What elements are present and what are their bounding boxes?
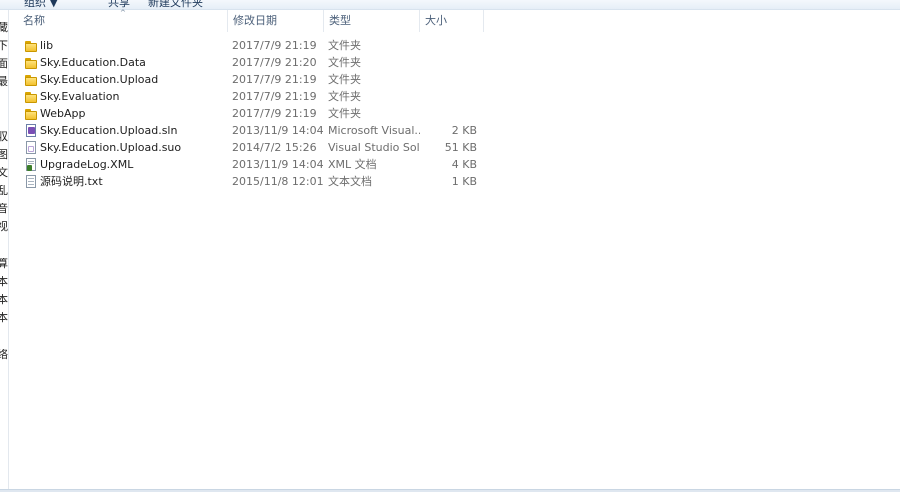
folder-icon [24, 89, 38, 104]
modified-date: 2014/7/2 15:26 [232, 141, 317, 154]
folder-icon [24, 72, 38, 87]
modified-date: 2017/7/9 21:19 [232, 73, 317, 86]
file-type: 文件夹 [328, 73, 361, 86]
nav-item[interactable]: 面 [0, 58, 8, 71]
file-type: 文件夹 [328, 90, 361, 103]
file-name: 源码说明.txt [40, 175, 103, 188]
visual-studio-suo-icon [24, 140, 38, 155]
file-size: 51 KB [444, 141, 477, 154]
file-type: Visual Studio Sol... [328, 141, 420, 154]
nav-item[interactable]: 视 [0, 221, 8, 234]
nav-item[interactable]: 图 [0, 149, 8, 162]
column-header-name-label: 名称 [23, 14, 45, 27]
column-header-name[interactable]: 名称 [18, 10, 228, 32]
file-type: 文件夹 [328, 56, 361, 69]
nav-item[interactable]: 本 [0, 294, 8, 307]
command-toolbar: 组织 ▼ 共享 新建文件夹 [0, 0, 900, 10]
file-name-cell: WebApp [24, 105, 229, 122]
file-name: Sky.Education.Upload [40, 73, 159, 86]
file-row[interactable]: 源码说明.txt 2015/11/8 12:01 文本文档 1 KB [10, 173, 530, 190]
file-name-cell: Sky.Education.Upload.suo [24, 139, 229, 156]
folder-icon [24, 55, 38, 70]
column-header-type-label: 类型 [329, 14, 351, 27]
file-size: 1 KB [451, 175, 477, 188]
file-name-cell: Sky.Education.Data [24, 54, 229, 71]
modified-date: 2013/11/9 14:04 [232, 158, 324, 171]
nav-item[interactable]: 本 [0, 312, 8, 325]
file-size [420, 37, 477, 54]
nav-item[interactable]: 下 [0, 40, 8, 53]
column-header-date[interactable]: 修改日期 [228, 10, 324, 32]
modified-date: 2017/7/9 21:19 [232, 107, 317, 120]
file-type: 文本文档 [328, 175, 372, 188]
nav-item[interactable]: 音 [0, 203, 8, 216]
file-list: lib 2017/7/9 21:19 文件夹 Sky.Education.Dat… [10, 37, 530, 190]
new-folder-button[interactable]: 新建文件夹 [148, 0, 203, 9]
file-row[interactable]: Sky.Education.Data 2017/7/9 21:20 文件夹 [10, 54, 530, 71]
nav-item[interactable]: 算 [0, 258, 8, 271]
file-row[interactable]: Sky.Education.Upload.suo 2014/7/2 15:26 … [10, 139, 530, 156]
file-type: XML 文档 [328, 158, 377, 171]
modified-date: 2017/7/9 21:20 [232, 56, 317, 69]
file-name-cell: 源码说明.txt [24, 173, 229, 190]
share-button[interactable]: 共享 [108, 0, 130, 9]
file-name-cell: Sky.Evaluation [24, 88, 229, 105]
organize-button[interactable]: 组织 ▼ [24, 0, 58, 9]
file-name: UpgradeLog.XML [40, 158, 134, 171]
file-row[interactable]: lib 2017/7/9 21:19 文件夹 [10, 37, 530, 54]
file-type: Microsoft Visual... [328, 124, 420, 137]
modified-date: 2017/7/9 21:19 [232, 90, 317, 103]
text-document-icon [24, 174, 38, 189]
file-name: Sky.Education.Upload.suo [40, 141, 182, 154]
modified-date: 2015/11/8 12:01 [232, 175, 324, 188]
file-size: 4 KB [451, 158, 477, 171]
file-name-cell: lib [24, 37, 229, 54]
nav-item[interactable]: 文 [0, 167, 8, 180]
file-name: lib [40, 39, 54, 52]
navigation-pane: 藏 下 面 最 収 图 文 乱 音 视 算 本 本 本 络 [0, 10, 9, 489]
file-row[interactable]: Sky.Education.Upload 2017/7/9 21:19 文件夹 [10, 71, 530, 88]
column-header-row: ^ 名称 修改日期 类型 大小 [10, 9, 900, 32]
file-size [420, 54, 477, 71]
visual-studio-solution-icon [24, 123, 38, 138]
nav-item[interactable]: 収 [0, 131, 8, 144]
nav-item[interactable]: 最 [0, 76, 8, 89]
nav-item[interactable]: 本 [0, 276, 8, 289]
modified-date: 2013/11/9 14:04 [232, 124, 324, 137]
nav-item[interactable]: 乱 [0, 185, 8, 198]
column-header-type[interactable]: 类型 [324, 10, 420, 32]
file-name: Sky.Education.Data [40, 56, 146, 69]
file-name: WebApp [40, 107, 86, 120]
file-name-cell: UpgradeLog.XML [24, 156, 229, 173]
file-row[interactable]: Sky.Education.Upload.sln 2013/11/9 14:04… [10, 122, 530, 139]
file-size [420, 105, 477, 122]
column-header-date-label: 修改日期 [233, 14, 277, 27]
file-row[interactable]: Sky.Evaluation 2017/7/9 21:19 文件夹 [10, 88, 530, 105]
file-row[interactable]: UpgradeLog.XML 2013/11/9 14:04 XML 文档 4 … [10, 156, 530, 173]
file-size [420, 88, 477, 105]
file-name: Sky.Education.Upload.sln [40, 124, 178, 137]
folder-icon [24, 106, 38, 121]
file-size: 2 KB [451, 124, 477, 137]
file-name-cell: Sky.Education.Upload.sln [24, 122, 229, 139]
nav-item[interactable]: 藏 [0, 22, 8, 35]
file-size [420, 71, 477, 88]
file-name-cell: Sky.Education.Upload [24, 71, 229, 88]
column-header-size-label: 大小 [425, 14, 447, 27]
file-row[interactable]: WebApp 2017/7/9 21:19 文件夹 [10, 105, 530, 122]
nav-item[interactable]: 络 [0, 349, 8, 362]
folder-icon [24, 38, 38, 53]
file-name: Sky.Evaluation [40, 90, 120, 103]
modified-date: 2017/7/9 21:19 [232, 39, 317, 52]
file-type: 文件夹 [328, 39, 361, 52]
xml-document-icon [24, 157, 38, 172]
file-type: 文件夹 [328, 107, 361, 120]
column-header-size[interactable]: 大小 [420, 10, 484, 32]
